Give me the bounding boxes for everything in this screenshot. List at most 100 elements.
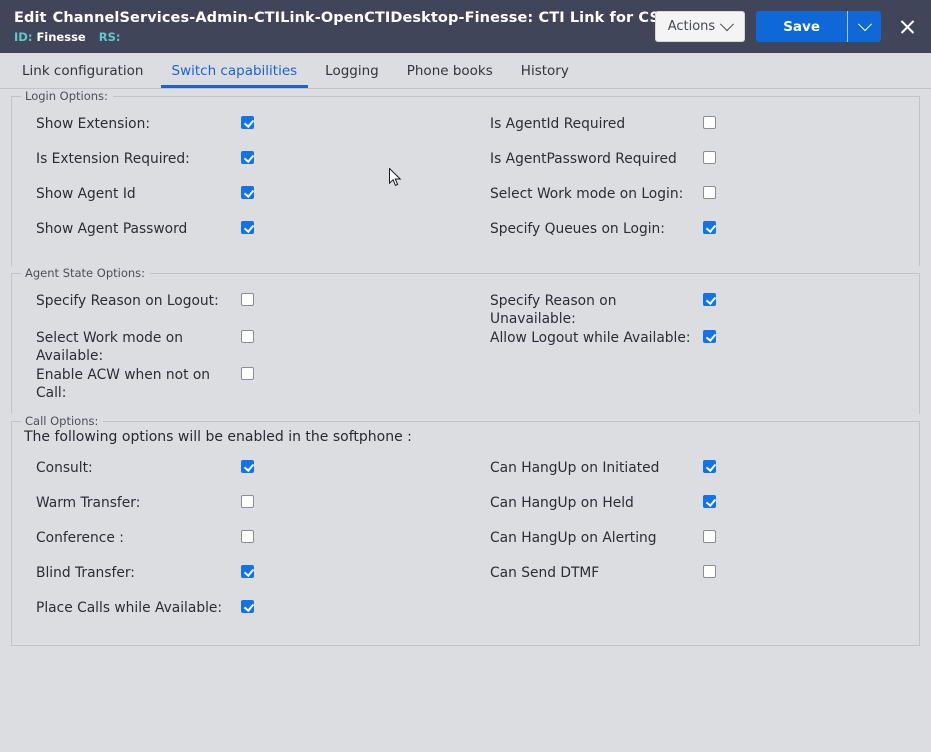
save-button[interactable]: Save [756,11,847,42]
field-specify-queues-on-login: Specify Queues on Login: [476,219,916,238]
option-row: Consult: Can HangUp on Initiated [12,458,919,493]
save-split-button: Save [756,11,881,42]
checkbox-slot [703,528,725,543]
tab-logging[interactable]: Logging [311,53,393,88]
title-block: Edit ChannelServices-Admin-CTILink-OpenCT… [12,9,660,44]
section-rows: Consult: Can HangUp on Initiated Warm Tran… [12,447,919,633]
checkbox-slot [241,563,263,578]
checkbox-is-extension-required[interactable] [241,151,254,164]
checkbox-can-hangup-on-alerting[interactable] [703,530,716,543]
checkbox-select-work-mode-on-available[interactable] [241,330,254,343]
option-row: Warm Transfer: Can HangUp on Held [12,493,919,528]
checkbox-slot [241,328,263,343]
checkbox-consult[interactable] [241,460,254,473]
field-conference: Conference : [12,528,476,547]
section-legend: Call Options: [25,414,99,428]
field-can-hangup-on-held: Can HangUp on Held [476,493,916,512]
tab-bar: Link configuration Switch capabilities Log… [0,53,931,89]
field-show-extension: Show Extension: [12,114,476,133]
field-label: Show Extension: [36,116,150,132]
checkbox-blind-transfer[interactable] [241,565,254,578]
tab-link-configuration[interactable]: Link configuration [8,53,158,88]
section-rows: Specify Reason on Logout: Specify Reason … [12,280,919,402]
checkbox-warm-transfer[interactable] [241,495,254,508]
field-is-agentpassword-required: Is AgentPassword Required [476,149,916,168]
field-warm-transfer: Warm Transfer: [12,493,476,512]
checkbox-can-send-dtmf[interactable] [703,565,716,578]
option-row: Enable ACW when not on Call: [12,365,919,402]
field-consult: Consult: [12,458,476,477]
checkbox-slot [241,598,263,613]
option-row: Is Extension Required: Is AgentPassword R… [12,149,919,184]
field-label: Select Work mode on Login: [490,186,684,202]
field-label: Blind Transfer: [36,565,135,581]
checkbox-slot [703,563,725,578]
checkbox-allow-logout-while-available[interactable] [703,330,716,343]
section-legend: Agent State Options: [25,266,146,280]
field-label: Specify Reason on Logout: [36,293,219,309]
field-label: Is AgentId Required [490,116,626,132]
field-place-calls-while-available: Place Calls while Available: [12,598,476,617]
checkbox-show-agent-id[interactable] [241,186,254,199]
tab-label: Logging [325,62,379,79]
tab-phone-books[interactable]: Phone books [393,53,507,88]
field-can-hangup-on-alerting: Can HangUp on Alerting [476,528,916,547]
checkbox-specify-reason-on-logout[interactable] [241,293,254,306]
checkbox-slot [241,291,263,306]
checkbox-slot [703,219,725,234]
field-label: Can Send DTMF [490,565,600,581]
close-button[interactable] [893,14,919,40]
option-row: Show Extension: Is AgentId Required [12,114,919,149]
record-identity: ID: Finesse RS: [14,30,655,44]
field-label: Can HangUp on Held [490,495,634,511]
actions-button[interactable]: Actions [654,11,746,42]
checkbox-is-agentpassword-required[interactable] [703,151,716,164]
field-label: Consult: [36,460,93,476]
field-can-send-dtmf: Can Send DTMF [476,563,916,582]
checkbox-can-hangup-on-initiated[interactable] [703,460,716,473]
field-label: Allow Logout while Available: [490,330,691,346]
close-icon [899,18,913,35]
option-row: Conference : Can HangUp on Alerting [12,528,919,563]
form-content: Login Options: Show Extension: Is AgentId … [0,89,931,752]
section-login-options: Login Options: Show Extension: Is AgentId … [11,89,920,266]
checkbox-slot [241,219,263,234]
checkbox-slot [241,114,263,129]
checkbox-slot [703,493,725,508]
checkbox-slot [703,114,725,129]
save-dropdown-button[interactable] [847,11,881,42]
tab-label: Phone books [406,62,493,79]
tab-history[interactable]: History [507,53,583,88]
checkbox-can-hangup-on-held[interactable] [703,495,716,508]
field-label: Specify Reason on Unavailable: [490,293,617,327]
checkbox-show-agent-password[interactable] [241,221,254,234]
checkbox-conference[interactable] [241,530,254,543]
field-specify-reason-on-logout: Specify Reason on Logout: [12,291,476,310]
checkbox-slot [241,528,263,543]
section-rows: Show Extension: Is AgentId Required Is Ext… [12,103,919,254]
checkbox-show-extension[interactable] [241,116,254,129]
checkbox-is-agentid-required[interactable] [703,116,716,129]
checkbox-slot [241,184,263,199]
window-title-bar: Edit ChannelServices-Admin-CTILink-OpenCT… [0,0,931,53]
field-label: Enable ACW when not on Call: [36,367,211,401]
checkbox-slot [703,328,725,343]
checkbox-select-work-mode-on-login[interactable] [703,186,716,199]
actions-button-label: Actions [667,19,716,34]
section-call-options: Call Options: The following options will … [11,414,920,646]
checkbox-specify-reason-on-unavailable[interactable] [703,293,716,306]
field-label: Show Agent Password [36,221,188,237]
tab-switch-capabilities[interactable]: Switch capabilities [158,53,312,88]
page-title-prefix: Edit [14,9,47,26]
page-title: Edit ChannelServices-Admin-CTILink-OpenCT… [14,9,660,27]
field-label: Warm Transfer: [36,495,141,511]
field-specify-reason-on-unavailable: Specify Reason on Unavailable: [476,291,916,328]
checkbox-slot [241,493,263,508]
checkbox-place-calls-while-available[interactable] [241,600,254,613]
checkbox-enable-acw-when-not-on-call[interactable] [241,367,254,380]
field-label: Can HangUp on Alerting [490,530,657,546]
checkbox-slot [703,458,725,473]
chevron-down-icon [857,16,872,31]
field-select-work-mode-on-login: Select Work mode on Login: [476,184,916,203]
checkbox-specify-queues-on-login[interactable] [703,221,716,234]
